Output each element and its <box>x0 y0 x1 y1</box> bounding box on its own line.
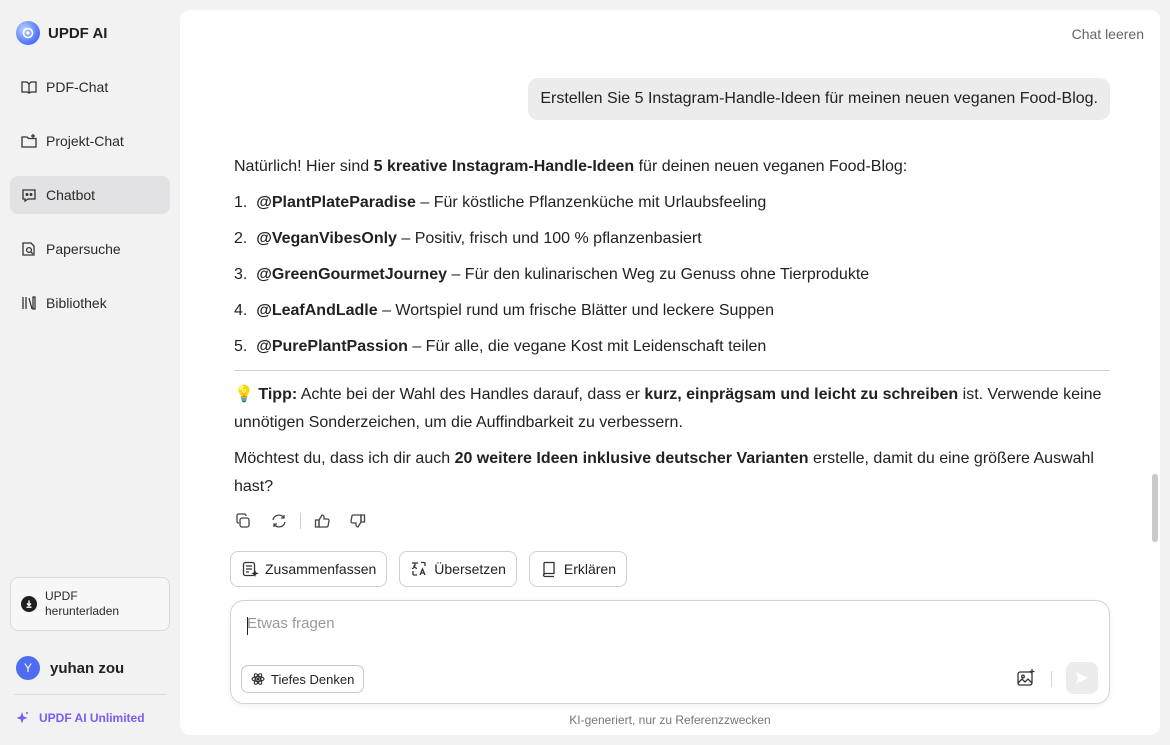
actions-divider <box>300 513 301 529</box>
user-name: yuhan zou <box>50 659 125 677</box>
composer-divider <box>1051 671 1052 687</box>
sidebar-item-projekt-chat[interactable]: Projekt-Chat <box>10 122 170 160</box>
thumbs-up-icon[interactable] <box>313 512 331 530</box>
summarize-icon <box>242 561 259 578</box>
sparkle-icon <box>16 712 28 724</box>
translate-icon <box>412 561 426 576</box>
sidebar-item-label: Projekt-Chat <box>46 133 124 149</box>
send-button[interactable] <box>1066 662 1098 694</box>
scrollbar-thumb[interactable] <box>1152 474 1158 542</box>
answer-intro: Natürlich! Hier sind 5 kreative Instagra… <box>234 158 908 175</box>
sidebar-item-chatbot[interactable]: Chatbot <box>10 176 170 214</box>
text-cursor <box>247 617 248 635</box>
atom-icon <box>251 673 265 685</box>
sidebar-nav: PDF-Chat Projekt-Chat Chatbot Papersuche… <box>10 68 170 338</box>
paper-search-icon <box>22 242 35 256</box>
library-icon <box>22 296 36 310</box>
sidebar-item-pdf-chat[interactable]: PDF-Chat <box>10 68 170 106</box>
sidebar-item-label: Bibliothek <box>46 295 107 311</box>
user-profile[interactable]: Y yuhan zou <box>16 656 124 680</box>
chat-input[interactable] <box>247 615 1087 632</box>
explain-button[interactable]: Erklären <box>528 551 628 587</box>
user-message-bubble: Erstellen Sie 5 Instagram-Handle-Ideen f… <box>528 78 1110 120</box>
send-icon <box>1076 672 1088 684</box>
sidebar-item-papersuche[interactable]: Papersuche <box>10 230 170 268</box>
book-icon <box>542 561 555 578</box>
translate-button[interactable]: Übersetzen <box>399 551 517 587</box>
chat-composer: Tiefes Denken <box>230 600 1110 704</box>
download-label: UPDF herunterladen <box>45 589 120 618</box>
list-item: 2. @VeganVibesOnly – Positiv, frisch und… <box>234 230 702 247</box>
tip-paragraph: 💡 Tipp: Achte bei der Wahl des Handles d… <box>234 386 1102 431</box>
copy-icon[interactable] <box>234 512 252 530</box>
follow-up-question: Möchtest du, dass ich dir auch 20 weiter… <box>234 450 1094 495</box>
image-upload-icon[interactable] <box>1015 667 1037 689</box>
lightbulb-icon: 💡 <box>234 386 254 403</box>
list-item: 4. @LeafAndLadle – Wortspiel rund um fri… <box>234 302 774 319</box>
answer-divider <box>234 370 1110 371</box>
deep-thinking-toggle[interactable]: Tiefes Denken <box>241 665 365 693</box>
chatbot-icon <box>22 189 36 203</box>
sidebar-item-label: Papersuche <box>46 241 121 257</box>
download-updf-button[interactable]: UPDF herunterladen <box>10 577 170 631</box>
updf-logo-icon <box>16 21 40 45</box>
upgrade-unlimited-link[interactable]: UPDF AI Unlimited <box>15 711 145 725</box>
folder-plus-icon <box>21 134 37 148</box>
regenerate-icon[interactable] <box>270 512 288 530</box>
brand-name: UPDF AI <box>48 24 108 42</box>
download-icon <box>21 596 37 612</box>
message-actions <box>234 512 367 530</box>
book-open-icon <box>21 81 37 94</box>
thumbs-down-icon[interactable] <box>349 512 367 530</box>
avatar: Y <box>16 656 40 680</box>
brand[interactable]: UPDF AI <box>16 21 107 45</box>
summarize-button[interactable]: Zusammenfassen <box>230 551 388 587</box>
sidebar: UPDF AI PDF-Chat Projekt-Chat Chatbot Pa… <box>0 0 180 745</box>
assistant-answer: Natürlich! Hier sind 5 kreative Instagra… <box>234 156 1110 501</box>
ai-disclaimer: KI-generiert, nur zu Referenzzwecken <box>569 713 771 727</box>
sidebar-item-label: PDF-Chat <box>46 79 109 95</box>
list-item: 5. @PurePlantPassion – Für alle, die veg… <box>234 338 767 355</box>
sidebar-divider <box>14 694 166 695</box>
sidebar-item-label: Chatbot <box>46 187 96 203</box>
chat-panel: Chat leeren Erstellen Sie 5 Instagram-Ha… <box>180 10 1160 735</box>
list-item: 3. @GreenGourmetJourney – Für den kulina… <box>234 266 870 283</box>
list-item: 1. @PlantPlateParadise – Für köstliche P… <box>234 194 767 211</box>
quick-actions: Zusammenfassen Übersetzen Erklären <box>230 551 628 587</box>
sidebar-item-bibliothek[interactable]: Bibliothek <box>10 284 170 322</box>
clear-chat-button[interactable]: Chat leeren <box>1072 26 1144 42</box>
